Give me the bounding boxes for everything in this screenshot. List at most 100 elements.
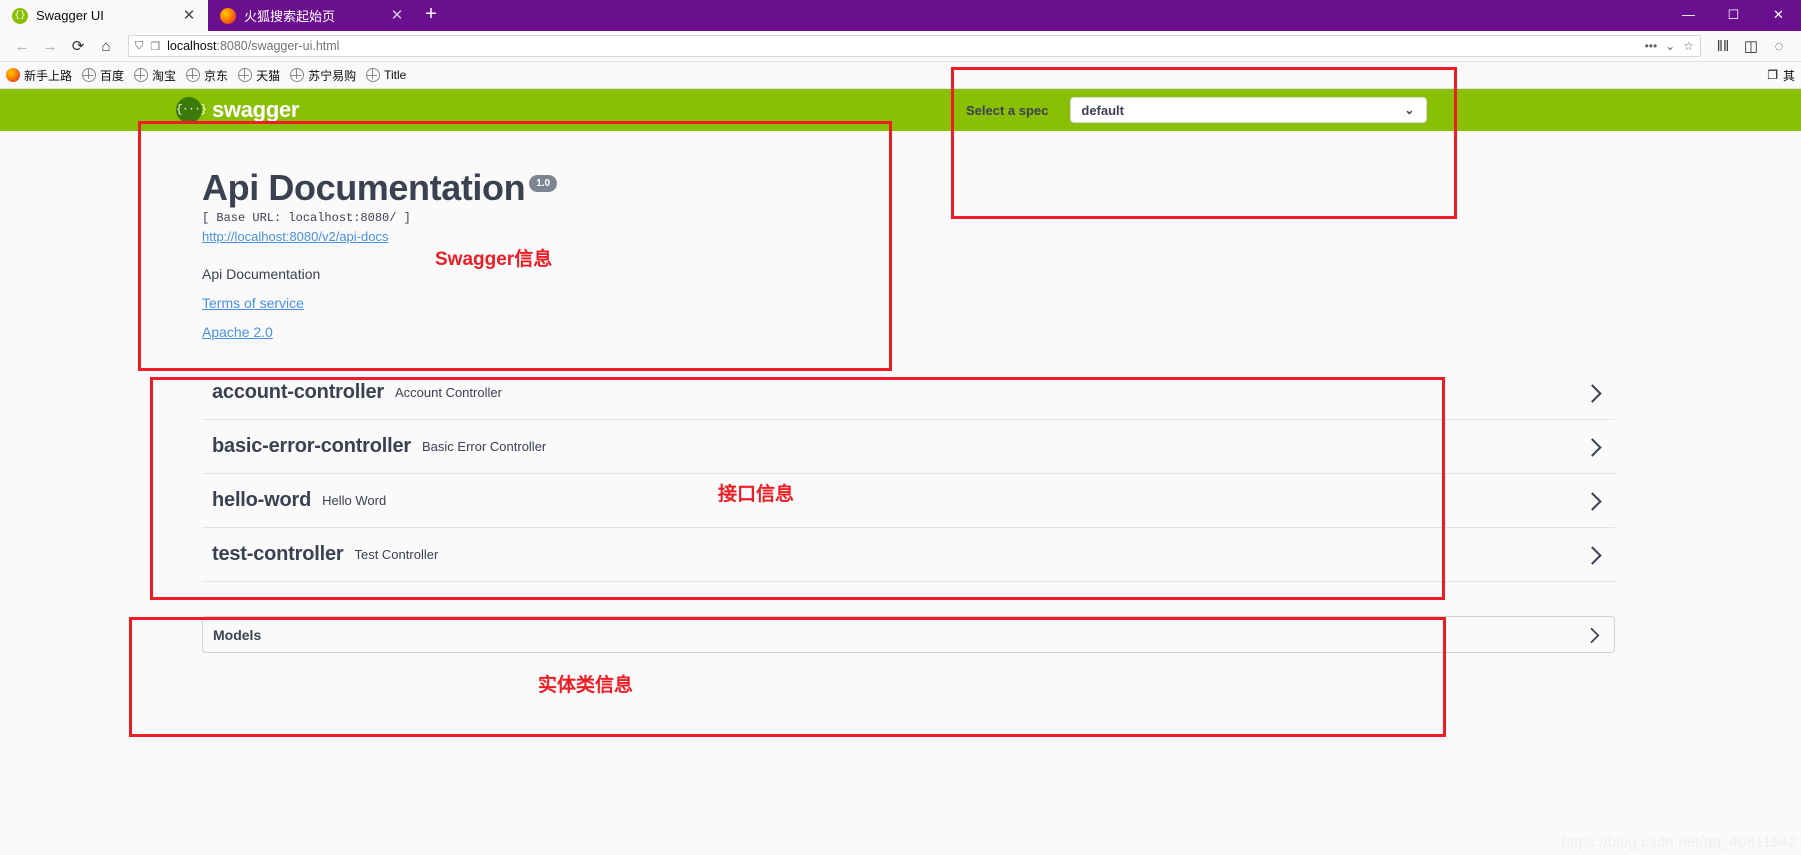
globe-icon	[366, 68, 381, 82]
terms-of-service-link[interactable]: Terms of service	[202, 295, 1801, 311]
tab-title: 火狐搜索起始页	[244, 9, 336, 24]
swagger-braces-icon: {···}	[176, 97, 207, 123]
bookmarks-overflow[interactable]: ❐ 其	[1767, 67, 1795, 84]
navigation-toolbar: ← → ⟳ ⌂ ⛉ ❐ localhost:8080/swagger-ui.ht…	[0, 31, 1801, 62]
bookmark-item[interactable]: 苏宁易购	[290, 67, 356, 84]
bookmarks-bar: 新手上路 百度 淘宝 京东 天猫 苏宁易购 Title ❐ 其	[0, 62, 1801, 89]
browser-window: Swagger UI ✕ 火狐搜索起始页 ✕ + — ☐ ✕ ← → ⟳ ⌂ ⛉…	[0, 0, 1801, 855]
swagger-favicon-icon	[12, 7, 28, 24]
globe-icon	[134, 68, 149, 82]
bookmark-label: 百度	[100, 68, 125, 83]
bookmark-label: 苏宁易购	[308, 68, 357, 83]
url-path: :8080/swagger-ui.html	[216, 39, 340, 53]
chevron-right-icon[interactable]	[1583, 437, 1603, 457]
bookmark-label: Title	[384, 68, 407, 82]
window-close-button[interactable]: ✕	[1756, 0, 1801, 31]
tab-title: Swagger UI	[36, 8, 104, 23]
globe-icon	[82, 68, 97, 82]
tracking-shield-icon[interactable]: ⛉	[135, 40, 143, 53]
url-host: localhost	[167, 39, 217, 53]
firefox-icon	[6, 68, 20, 82]
reload-icon[interactable]: ⟳	[64, 33, 92, 59]
account-icon[interactable]: ◌	[1765, 33, 1793, 59]
tag-description: Account Controller	[394, 385, 502, 400]
globe-icon	[290, 68, 305, 82]
spec-select[interactable]: default ⌄	[1070, 97, 1428, 123]
bookmark-label: 京东	[204, 68, 229, 83]
tag-row-hello-word[interactable]: hello-word Hello Word	[202, 474, 1615, 528]
chevron-right-icon[interactable]	[1584, 626, 1601, 643]
url-text: localhost:8080/swagger-ui.html	[167, 39, 1636, 53]
globe-icon	[238, 68, 253, 82]
chevron-right-icon[interactable]	[1583, 545, 1603, 565]
swagger-logo-text: swagger	[212, 97, 300, 122]
select-a-spec-label: Select a spec	[966, 102, 1049, 118]
folder-icon: ❐	[1767, 68, 1778, 82]
tag-name: basic-error-controller	[212, 435, 411, 457]
license-link[interactable]: Apache 2.0	[202, 324, 1801, 340]
annotation-label-api-info: 接口信息	[718, 484, 795, 505]
swagger-topbar: {···} swagger Select a spec default ⌄	[0, 89, 1801, 131]
api-docs-link[interactable]: http://localhost:8080/v2/api-docs	[202, 229, 388, 244]
tag-name: hello-word	[212, 489, 312, 511]
sidebar-icon[interactable]: ◫	[1737, 33, 1765, 59]
spec-select-value: default	[1081, 102, 1125, 118]
window-controls: — ☐ ✕	[1666, 0, 1801, 31]
library-icon[interactable]: ‖‖	[1709, 33, 1737, 59]
bookmark-item[interactable]: 淘宝	[134, 67, 176, 84]
tab-firefox-start[interactable]: 火狐搜索起始页 ✕	[208, 0, 416, 31]
swagger-logo[interactable]: {···} swagger	[176, 97, 299, 123]
bookmark-label: 新手上路	[24, 68, 73, 83]
tag-description: Test Controller	[354, 547, 439, 562]
annotation-label-swagger-info: Swagger信息	[435, 249, 553, 270]
minimize-button[interactable]: —	[1666, 0, 1711, 31]
tag-name: test-controller	[212, 543, 344, 565]
models-section[interactable]: Models	[202, 616, 1615, 653]
page-actions-icon[interactable]: •••	[1645, 39, 1658, 53]
bookmark-item[interactable]: 百度	[82, 67, 124, 84]
tag-description: Hello Word	[322, 493, 387, 508]
page-title: Api Documentation	[202, 167, 526, 208]
tag-list: account-controller Account Controller ba…	[202, 366, 1615, 582]
page-info-icon[interactable]: ❐	[150, 40, 160, 53]
bookmark-label: 淘宝	[152, 68, 177, 83]
tab-close-icon[interactable]: ✕	[180, 7, 198, 25]
tab-strip: Swagger UI ✕ 火狐搜索起始页 ✕ + — ☐ ✕	[0, 0, 1801, 31]
spec-selector-group: Select a spec default ⌄	[966, 89, 1428, 131]
swagger-ui-page: {···} swagger Select a spec default ⌄ Ap…	[0, 67, 1801, 855]
tab-close-icon[interactable]: ✕	[388, 7, 406, 25]
back-icon[interactable]: ←	[8, 33, 36, 59]
tag-description: Basic Error Controller	[422, 439, 547, 454]
watermark-text: https://blog.csdn.net/qq_40811542	[1561, 834, 1797, 851]
tag-row-basic-error-controller[interactable]: basic-error-controller Basic Error Contr…	[202, 420, 1615, 474]
bookmark-item[interactable]: 京东	[186, 67, 228, 84]
tag-name: account-controller	[212, 381, 384, 403]
maximize-button[interactable]: ☐	[1711, 0, 1756, 31]
chevron-right-icon[interactable]	[1583, 383, 1603, 403]
bookmark-item[interactable]: 天猫	[238, 67, 280, 84]
annotation-label-model-info: 实体类信息	[538, 675, 634, 696]
chevron-right-icon[interactable]	[1583, 491, 1603, 511]
bookmark-item[interactable]: Title	[366, 68, 406, 82]
base-url-text: [ Base URL: localhost:8080/ ]	[202, 211, 411, 225]
home-icon[interactable]: ⌂	[92, 33, 120, 59]
bookmark-label: 天猫	[256, 68, 281, 83]
bookmark-item[interactable]: 新手上路	[6, 67, 72, 84]
globe-icon	[186, 68, 201, 82]
tab-swagger-ui[interactable]: Swagger UI ✕	[0, 0, 208, 31]
address-bar[interactable]: ⛉ ❐ localhost:8080/swagger-ui.html ••• ⌄…	[128, 35, 1701, 57]
tag-row-account-controller[interactable]: account-controller Account Controller	[202, 366, 1615, 420]
pocket-icon[interactable]: ⌄	[1665, 39, 1675, 53]
forward-icon[interactable]: →	[36, 33, 64, 59]
new-tab-button[interactable]: +	[416, 0, 446, 31]
bookmark-star-icon[interactable]: ☆	[1683, 39, 1694, 53]
version-badge: 1.0	[529, 175, 558, 192]
models-label: Models	[213, 626, 262, 643]
toolbar-right-icons: ‖‖ ◫ ◌	[1709, 33, 1793, 59]
bookmarks-overflow-label: 其	[1782, 68, 1795, 83]
api-info-block: Api Documentation 1.0 [ Base URL: localho…	[0, 131, 1801, 340]
api-title-row: Api Documentation 1.0	[202, 167, 1801, 209]
tag-row-test-controller[interactable]: test-controller Test Controller	[202, 528, 1615, 582]
chevron-down-icon: ⌄	[1404, 103, 1415, 117]
firefox-favicon-icon	[220, 7, 236, 24]
